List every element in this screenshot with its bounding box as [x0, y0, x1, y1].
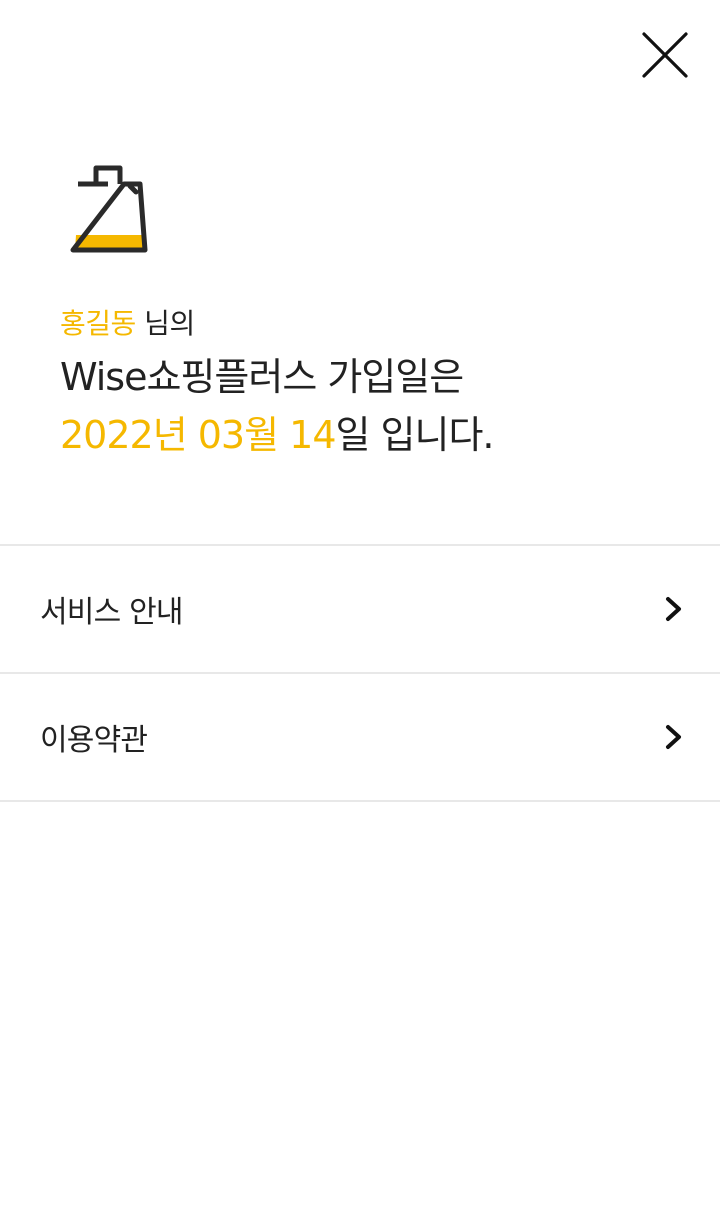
date-line: 2022년 03월 14일 입니다.	[60, 406, 680, 464]
greeting-line: 홍길동 님의	[60, 300, 680, 348]
close-button[interactable]	[638, 28, 692, 82]
membership-info-screen: 홍길동 님의 Wise쇼핑플러스 가입일은 2022년 03월 14일 입니다.…	[0, 0, 720, 1230]
menu-item-label: 서비스 안내	[40, 595, 184, 630]
shopping-bag-icon	[68, 162, 152, 256]
chevron-right-icon	[664, 723, 684, 751]
service-line: Wise쇼핑플러스 가입일은	[60, 355, 464, 399]
close-icon	[642, 32, 688, 78]
signup-date: 2022년 03월 14	[60, 413, 336, 457]
signup-date-message: 홍길동 님의 Wise쇼핑플러스 가입일은 2022년 03월 14일 입니다.	[60, 300, 680, 464]
user-name-suffix: 님의	[135, 307, 195, 340]
menu-list: 서비스 안내 이용약관	[0, 544, 720, 802]
menu-item-label: 이용약관	[40, 723, 148, 758]
user-name: 홍길동	[60, 307, 136, 340]
menu-item-service-guide[interactable]: 서비스 안내	[0, 546, 720, 674]
menu-item-terms[interactable]: 이용약관	[0, 674, 720, 802]
chevron-right-icon	[664, 595, 684, 623]
date-suffix: 일 입니다.	[335, 413, 495, 457]
